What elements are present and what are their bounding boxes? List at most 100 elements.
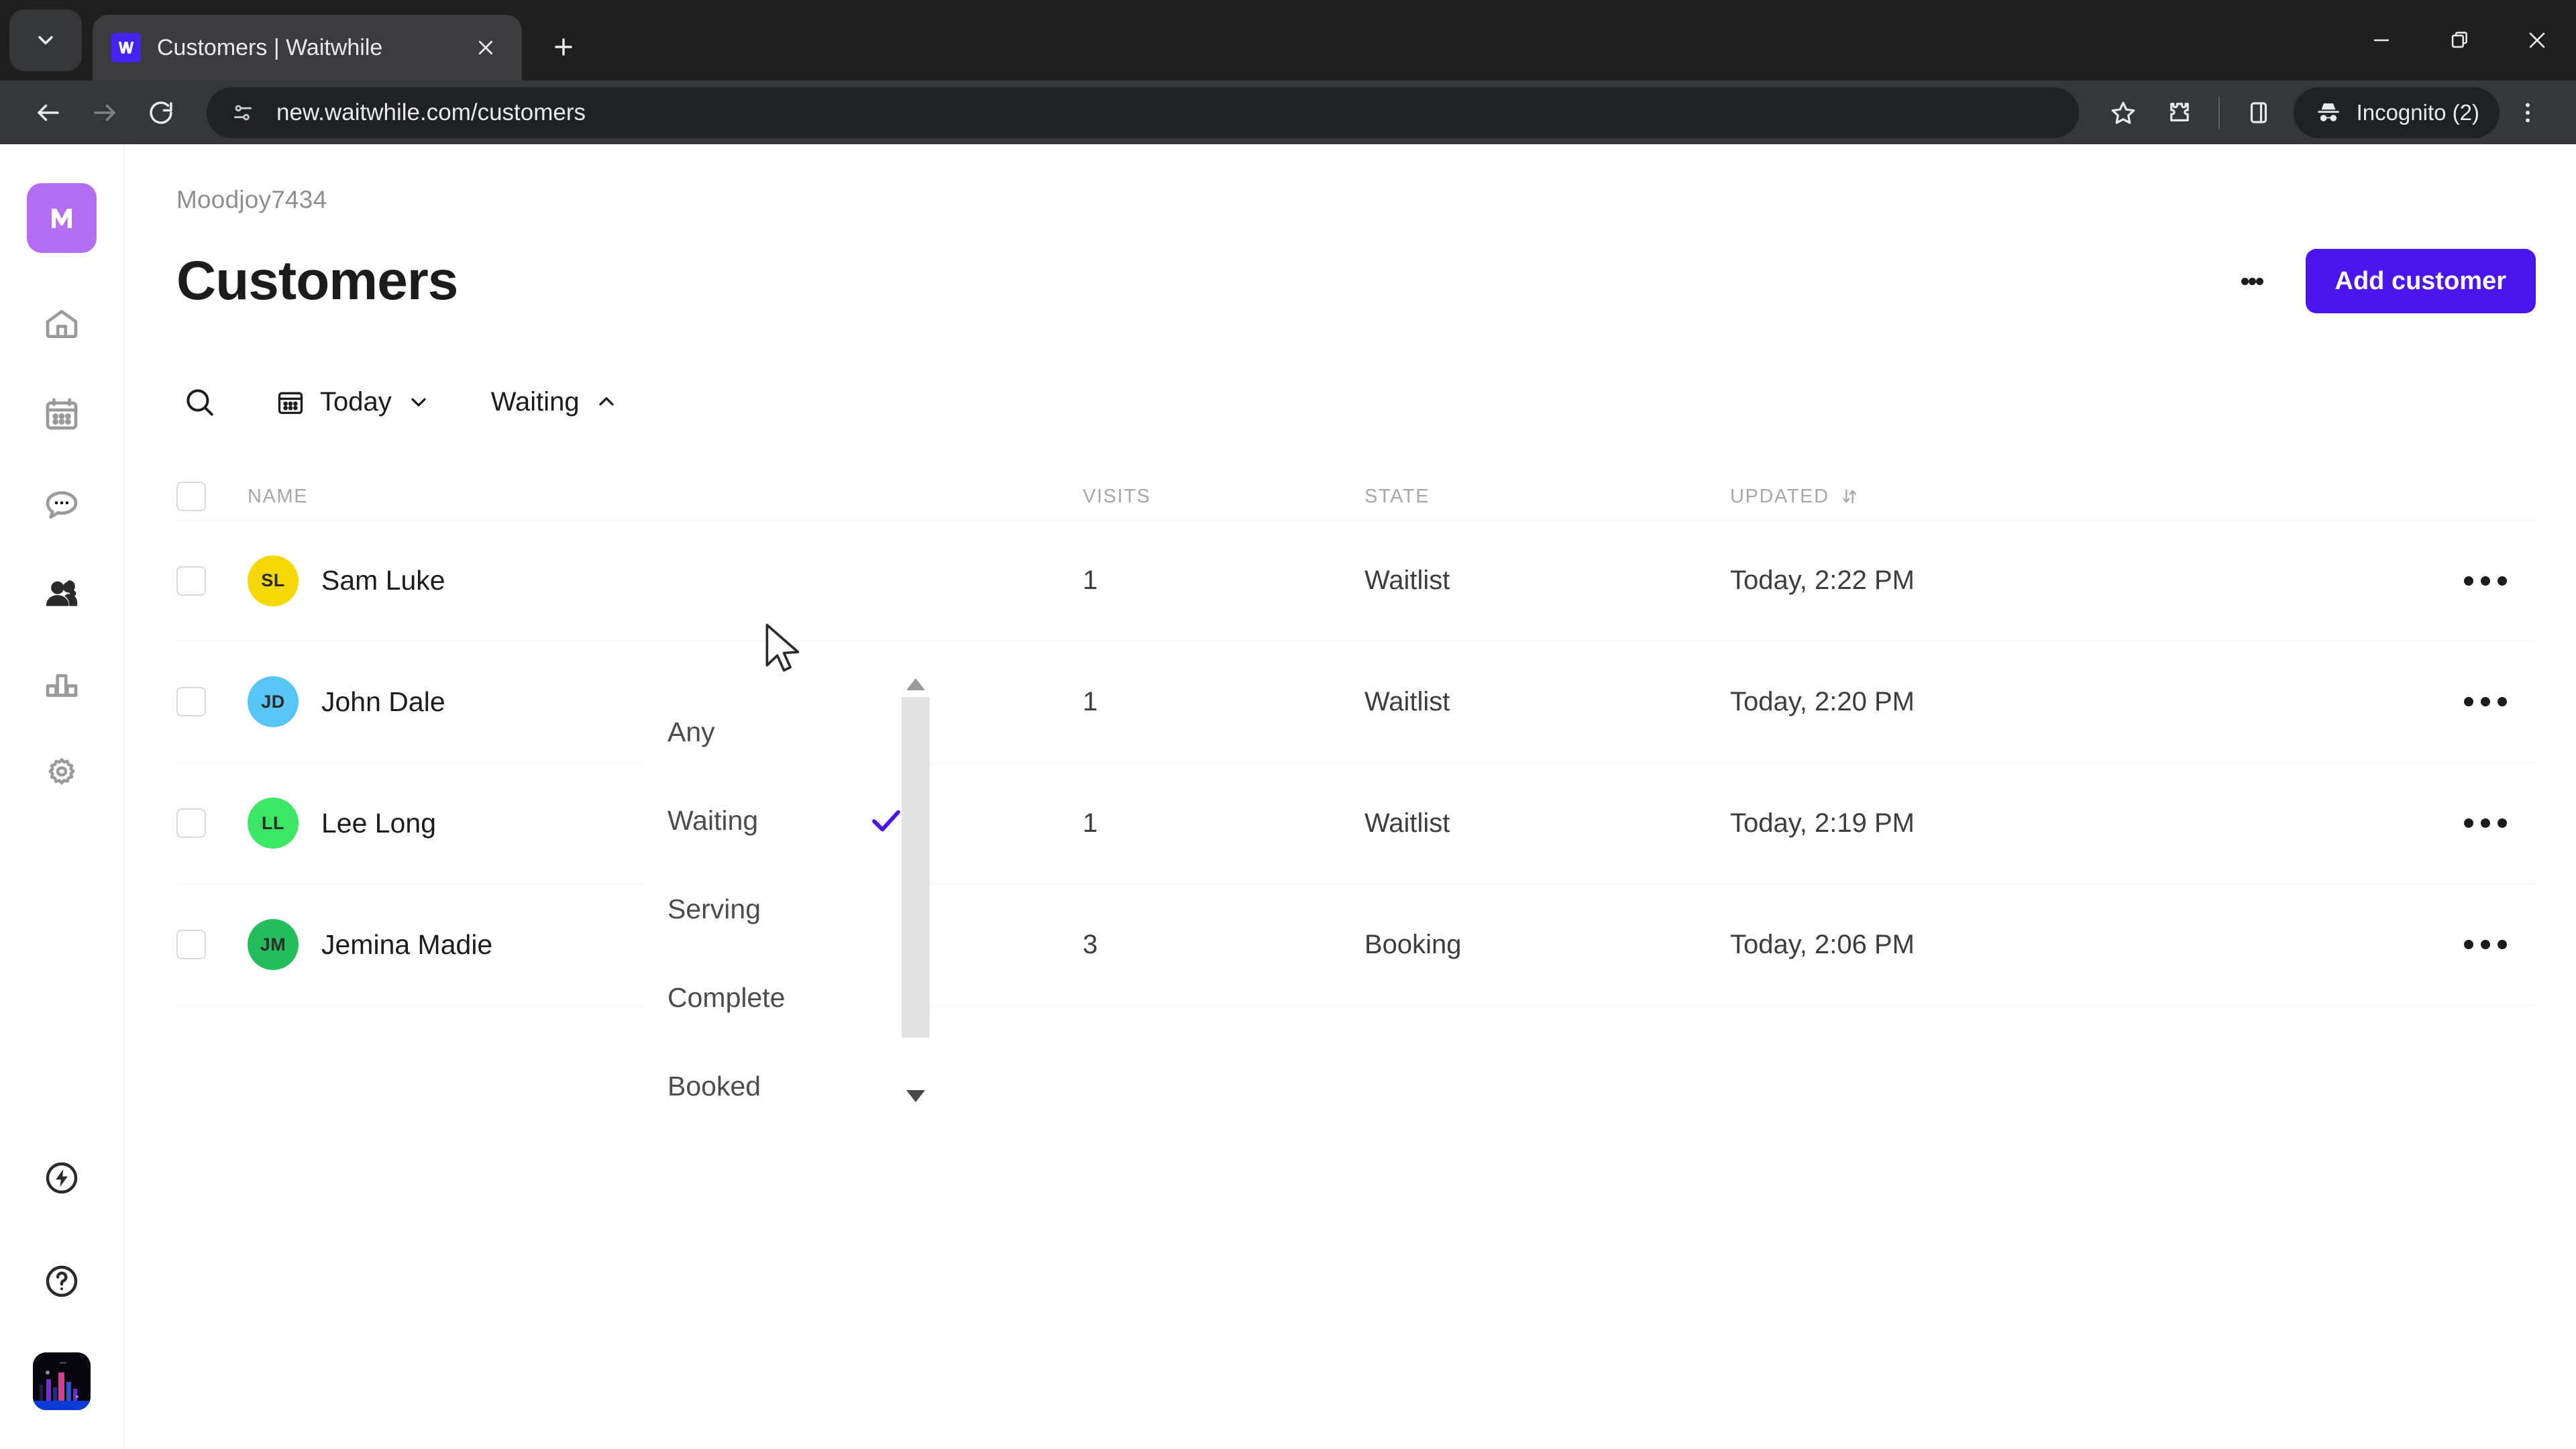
main-content: Moodjoy7434 Customers Add customer Today… — [124, 144, 2576, 1449]
minimize-button[interactable] — [2343, 0, 2420, 80]
row-actions-icon — [2464, 818, 2507, 828]
plus-icon — [555, 38, 572, 56]
customer-name: John Dale — [321, 686, 445, 717]
star-icon — [2111, 101, 2135, 124]
status-option-any[interactable]: Any — [644, 688, 932, 776]
browser-tab[interactable]: Customers | Waitwhile — [93, 15, 522, 80]
customers-table: NAME VISITS STATE UPDATED SL Sam Luke 1 Wai… — [176, 473, 2536, 1006]
close-window-button[interactable] — [2498, 0, 2576, 80]
row-select-cell — [176, 930, 248, 959]
status-option-complete[interactable]: Complete — [644, 953, 932, 1042]
url-text: new.waitwhile.com/customers — [276, 99, 586, 125]
new-tab-button[interactable] — [539, 23, 588, 71]
status-option-serving[interactable]: Serving — [644, 865, 932, 953]
row-actions-icon — [2464, 940, 2507, 949]
row-actions-button[interactable] — [2435, 818, 2536, 828]
customer-avatar: JM — [248, 919, 299, 970]
customer-name: Lee Long — [321, 807, 437, 839]
user-avatar-photo[interactable] — [33, 1352, 91, 1410]
add-customer-button[interactable]: Add customer — [2305, 249, 2536, 313]
table-row[interactable]: SL Sam Luke 1 Waitlist Today, 2:22 PM — [176, 520, 2536, 641]
visits-cell: 1 — [1083, 566, 1098, 595]
sidebar-item-settings[interactable] — [30, 741, 94, 806]
scrollbar-thumb[interactable] — [902, 697, 930, 1038]
status-menu-scrollbar[interactable] — [899, 662, 932, 1117]
status-option-waiting[interactable]: Waiting — [644, 776, 932, 865]
m-letter-icon — [52, 209, 72, 228]
page-body: Moodjoy7434 Customers Add customer Today… — [0, 144, 2576, 1449]
table-body: SL Sam Luke 1 Waitlist Today, 2:22 PM JD John … — [176, 520, 2536, 1006]
customer-avatar: LL — [248, 798, 299, 849]
bar-chart-icon — [46, 674, 78, 697]
column-header-name[interactable]: NAME — [248, 486, 1083, 508]
page-more-button[interactable] — [2231, 259, 2275, 303]
forward-button[interactable] — [76, 85, 133, 141]
scroll-up-arrow-icon[interactable] — [899, 673, 932, 696]
reload-button[interactable] — [133, 85, 189, 141]
column-header-state[interactable]: STATE — [1364, 486, 1730, 508]
select-all-checkbox[interactable] — [176, 482, 206, 511]
visits-cell: 1 — [1083, 808, 1098, 838]
status-filter-menu[interactable]: Any Waiting Serving Complete Booked — [644, 662, 932, 1117]
page-settings-icon[interactable] — [225, 95, 260, 130]
column-header-visits[interactable]: VISITS — [1083, 486, 1364, 508]
extensions-button[interactable] — [2151, 85, 2208, 141]
bookmark-button[interactable] — [2095, 85, 2151, 141]
table-row[interactable]: LL Lee Long 1 Waitlist Today, 2:19 PM — [176, 763, 2536, 884]
extensions-icon — [2169, 102, 2189, 121]
back-button[interactable] — [20, 85, 76, 141]
status-option-label: Waiting — [667, 804, 759, 836]
incognito-profile-button[interactable]: Incognito (2) — [2293, 87, 2500, 138]
visits-cell: 1 — [1083, 686, 1098, 716]
row-actions-button[interactable] — [2435, 576, 2536, 586]
status-filter-label: Waiting — [490, 386, 580, 417]
restore-icon — [2451, 32, 2467, 48]
customer-name-cell: SL Sam Luke — [248, 555, 1083, 606]
row-checkbox[interactable] — [176, 687, 206, 716]
page-header: Customers Add customer — [176, 249, 2536, 313]
status-option-label: Serving — [667, 893, 761, 924]
app-sidebar — [0, 144, 124, 1449]
table-row[interactable]: JD John Dale 1 Waitlist Today, 2:20 PM — [176, 641, 2536, 763]
address-bar[interactable]: new.waitwhile.com/customers — [207, 87, 2079, 138]
row-checkbox[interactable] — [176, 930, 206, 959]
toolbar-divider — [2218, 96, 2220, 129]
status-filter-dropdown[interactable]: Waiting — [476, 371, 633, 433]
status-option-booked[interactable]: Booked — [644, 1042, 932, 1130]
scroll-down-arrow-icon[interactable] — [899, 1085, 932, 1108]
updated-cell: Today, 2:06 PM — [1730, 929, 1915, 959]
close-tab-button[interactable] — [467, 29, 504, 66]
tab-search-button[interactable] — [9, 9, 82, 71]
browser-window: Customers | Waitwhile new.waitwhile.com/… — [0, 0, 2576, 1449]
chat-icon — [46, 491, 78, 519]
chevron-down-icon — [411, 398, 426, 407]
column-header-updated[interactable]: UPDATED — [1730, 486, 2435, 508]
organization-name: Moodjoy7434 — [176, 186, 327, 213]
sidebar-item-help[interactable] — [30, 1249, 94, 1313]
sidebar-item-calendar[interactable] — [30, 382, 94, 446]
maximize-button[interactable] — [2420, 0, 2498, 80]
date-filter-dropdown[interactable]: Today — [261, 371, 445, 433]
sidebar-item-automations[interactable] — [30, 1146, 94, 1210]
row-actions-button[interactable] — [2435, 697, 2536, 706]
row-checkbox[interactable] — [176, 566, 206, 596]
kebab-menu-icon — [2526, 103, 2530, 122]
browser-menu-button[interactable] — [2500, 85, 2556, 141]
sidebar-item-home[interactable] — [30, 292, 94, 356]
search-button[interactable] — [168, 371, 230, 433]
date-filter-label: Today — [320, 386, 392, 417]
side-panel-button[interactable] — [2231, 85, 2287, 141]
side-panel-icon — [2250, 101, 2267, 123]
updated-cell: Today, 2:22 PM — [1730, 566, 1915, 595]
lightning-circle-icon — [46, 1162, 78, 1194]
minimize-icon — [2373, 39, 2390, 42]
sidebar-item-customers[interactable] — [30, 561, 94, 626]
row-checkbox[interactable] — [176, 808, 206, 838]
row-actions-button[interactable] — [2435, 940, 2536, 949]
sidebar-item-messages[interactable] — [30, 472, 94, 536]
moodjoy-brand-logo[interactable] — [27, 183, 97, 253]
forward-arrow-icon — [94, 104, 115, 121]
calendar-icon — [46, 398, 78, 430]
table-row[interactable]: JM Jemina Madie 3 Booking Today, 2:06 PM — [176, 884, 2536, 1006]
sidebar-item-analytics[interactable] — [30, 651, 94, 716]
